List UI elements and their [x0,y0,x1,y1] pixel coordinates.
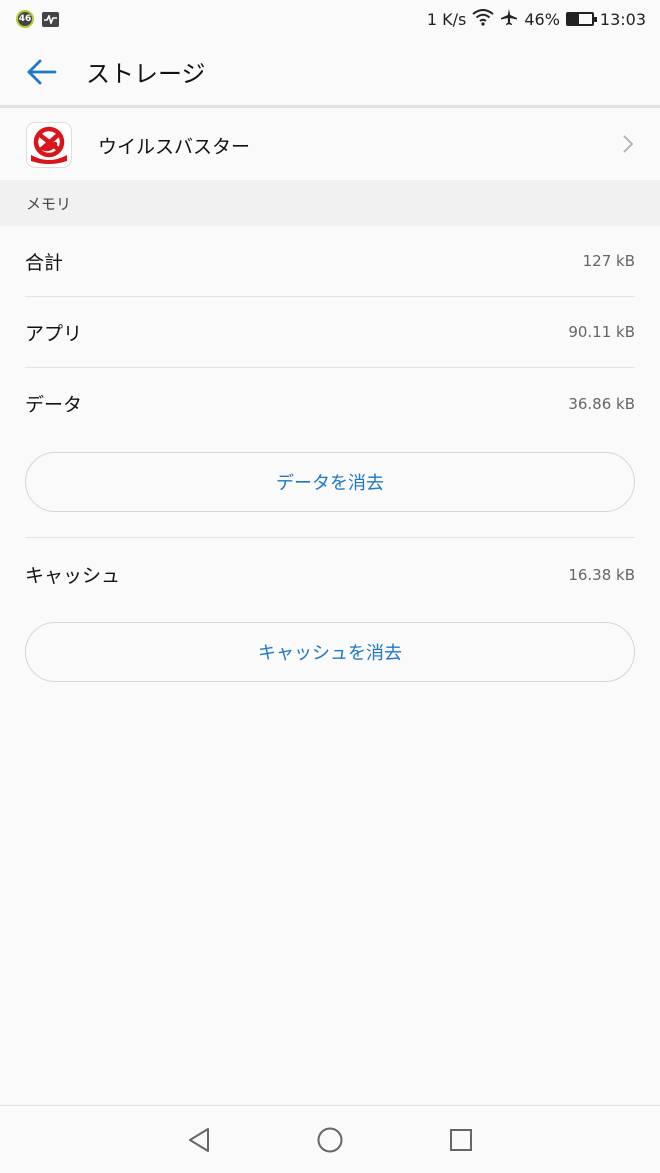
app-size-value: 90.11 kB [568,323,635,341]
battery-percent: 46% [524,9,560,29]
square-recents-icon [450,1128,472,1151]
storage-screen: 46 1 K/s 46% 13:03 ストレージ ウイルスバスター メモリ 合計… [0,0,660,1173]
clear-data-button[interactable]: データを消去 [25,452,635,512]
app-size-row: アプリ 90.11 kB [25,297,635,368]
app-bar: ストレージ [0,38,660,108]
divider [25,537,635,538]
triangle-back-icon [189,1127,209,1152]
status-right: 1 K/s 46% 13:03 [427,8,646,30]
arrow-left-icon [27,59,57,84]
status-left: 46 [16,10,59,28]
cache-value: 16.38 kB [568,565,635,584]
total-value: 127 kB [582,252,635,270]
airplane-icon [500,8,518,30]
battery-fill [567,14,579,24]
clear-cache-button[interactable]: キャッシュを消去 [25,622,635,682]
nav-home-button[interactable] [312,1122,348,1158]
navigation-bar [0,1105,660,1173]
circle-home-icon [317,1127,343,1152]
page-title: ストレージ [86,60,206,88]
back-button[interactable] [12,42,72,102]
nav-back-button[interactable] [181,1122,217,1158]
battery-icon [565,12,597,26]
clock: 13:03 [599,9,646,29]
status-bar: 46 1 K/s 46% 13:03 [0,0,660,38]
network-speed: 1 K/s [426,9,467,29]
cache-label: キャッシュ [25,565,121,587]
activity-icon [42,11,59,27]
total-label: 合計 [25,251,64,274]
virusbuster-app-icon [26,122,72,168]
total-row: 合計 127 kB [25,226,635,297]
cache-row: キャッシュ 16.38 kB [25,539,635,610]
notification-badge-icon: 46 [16,10,34,28]
app-size-label: アプリ [25,322,83,345]
app-info-row[interactable]: ウイルスバスター [0,110,660,180]
memory-section-header: メモリ [0,180,660,226]
wifi-icon [472,8,494,30]
chevron-right-icon [623,135,634,153]
nav-recents-button[interactable] [443,1122,479,1158]
data-size-row: データ 36.86 kB [25,368,635,439]
data-size-label: データ [25,394,83,416]
data-size-value: 36.86 kB [568,394,635,413]
app-name: ウイルスバスター [98,135,251,158]
